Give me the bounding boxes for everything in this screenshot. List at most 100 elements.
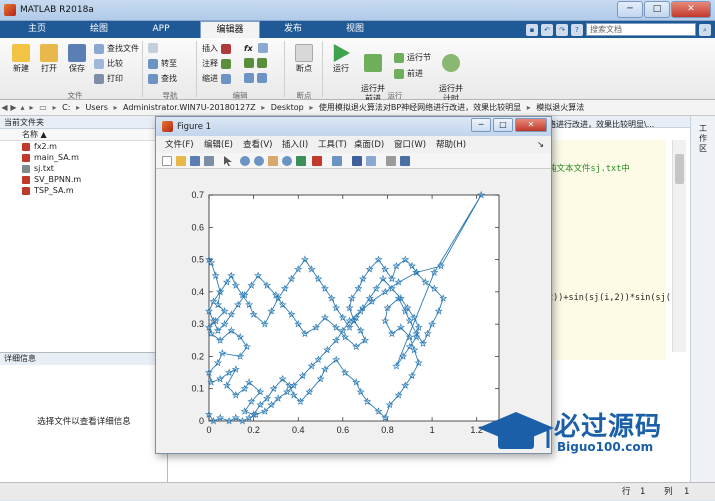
print-label: 打印 — [107, 74, 123, 83]
tab-view[interactable]: 视图 — [326, 21, 384, 38]
up-folder-icon[interactable]: ▴ — [18, 100, 27, 116]
file-item[interactable]: fx2.m — [0, 141, 167, 152]
redo-icon[interactable]: ↷ — [556, 23, 568, 36]
save-button[interactable]: 保存 — [64, 44, 90, 74]
fx-button[interactable]: fx — [244, 43, 253, 54]
open-icon[interactable] — [176, 156, 186, 166]
menu-insert[interactable]: 插入(I) — [282, 138, 308, 152]
insert-button[interactable]: 插入 — [202, 43, 231, 54]
tab-editor[interactable]: 编辑器 — [200, 21, 260, 38]
menu-desktop[interactable]: 桌面(D) — [354, 138, 384, 152]
y-tick-label: 0 — [199, 416, 204, 426]
window-titlebar: MATLAB R2018a ─ □ ✕ — [0, 0, 715, 21]
ribbon-separator — [284, 41, 285, 97]
editor-scrollbar[interactable] — [672, 140, 686, 352]
legend-icon[interactable] — [366, 156, 376, 166]
figure-maximize-button[interactable]: □ — [493, 118, 513, 132]
nav-back-fwd[interactable] — [148, 43, 158, 53]
file-item[interactable]: main_SA.m — [0, 152, 167, 163]
data-cursor-icon[interactable] — [296, 156, 306, 166]
col-label: 列 — [664, 487, 673, 497]
figure-window[interactable]: Figure 1 ─ □ ✕ 文件(F) 编辑(E) 查看(V) 插入(I) 工… — [155, 116, 552, 454]
tab-publish[interactable]: 发布 — [264, 21, 322, 38]
find-button[interactable]: 查找 — [148, 73, 177, 84]
pointer-icon[interactable] — [224, 156, 232, 166]
undo-icon[interactable]: ↶ — [541, 23, 553, 36]
breakpoints-button[interactable]: 断点 — [290, 44, 318, 74]
print-button[interactable]: 打印 — [94, 73, 123, 84]
name-column-header[interactable]: 名称 ▲ — [0, 129, 167, 141]
new-figure-icon[interactable] — [162, 156, 172, 166]
file-item[interactable]: TSP_SA.m — [0, 185, 167, 196]
menu-tools[interactable]: 工具(T) — [318, 138, 347, 152]
comment-button[interactable]: 注释 — [202, 58, 231, 69]
crumb-admin[interactable]: Administrator.WIN7U-20180127Z — [123, 100, 256, 116]
close-button[interactable]: ✕ — [671, 1, 711, 18]
run-time-button[interactable]: 运行并 计时 — [436, 44, 466, 104]
file-item[interactable]: SV_BPNN.m — [0, 174, 167, 185]
run-button[interactable]: 运行 — [328, 44, 354, 74]
save-icon[interactable] — [190, 156, 200, 166]
go-to-button[interactable]: 转至 — [148, 58, 177, 69]
indent-button[interactable]: 缩进 — [202, 73, 231, 84]
scroll-thumb[interactable] — [675, 154, 684, 184]
print-icon[interactable] — [204, 156, 214, 166]
search-docs-input[interactable]: 搜索文档 — [586, 23, 696, 36]
workspace-strip[interactable]: 工作区 — [690, 116, 715, 482]
run-section-label: 运行节 — [407, 53, 431, 62]
forward-icon[interactable]: ▶ — [9, 100, 18, 116]
rotate-icon[interactable] — [282, 156, 292, 166]
percent-button[interactable] — [244, 58, 267, 68]
figure-minimize-button[interactable]: ─ — [471, 118, 491, 132]
crumb-users[interactable]: Users — [86, 100, 108, 116]
code-line: 2))+sin(sj(i,2))*sin(sj( — [548, 293, 671, 303]
search-icon[interactable]: ⌕ — [699, 23, 711, 36]
crumb-project[interactable]: 使用模拟退火算法对BP神经网络进行改进，效果比较明显 — [319, 100, 521, 116]
crumb-folder[interactable]: 模拟退火算法 — [536, 100, 584, 116]
crumb-desktop[interactable]: Desktop — [271, 100, 304, 116]
menu-view[interactable]: 查看(V) — [243, 138, 272, 152]
edit-tools[interactable] — [258, 43, 268, 53]
back-icon[interactable]: ◀ — [0, 100, 9, 116]
figure-close-button[interactable]: ✕ — [515, 118, 547, 132]
brush-icon[interactable] — [312, 156, 322, 166]
ribbon-separator — [196, 41, 197, 97]
menu-file[interactable]: 文件(F) — [165, 138, 194, 152]
axes-box — [208, 194, 500, 422]
workspace-label: 工作区 — [699, 124, 707, 153]
find-label: 查找 — [161, 74, 177, 83]
open-button[interactable]: 打开 — [36, 44, 62, 74]
minimize-button[interactable]: ─ — [617, 1, 643, 18]
find-files-button[interactable]: 查找文件 — [94, 43, 139, 54]
hide-tools-icon[interactable] — [386, 156, 396, 166]
file-item[interactable]: sj.txt — [0, 163, 167, 174]
save-quick-icon[interactable]: ▪ — [526, 23, 538, 36]
menu-edit[interactable]: 编辑(E) — [204, 138, 233, 152]
status-bar: 行 1 列 1 — [0, 482, 715, 500]
help-icon[interactable]: ? — [571, 23, 583, 36]
zoom-out-icon[interactable] — [254, 156, 264, 166]
matlab-logo-icon — [4, 4, 16, 16]
browse-icon[interactable]: ▸ — [27, 100, 36, 116]
zoom-in-icon[interactable] — [240, 156, 250, 166]
tab-home[interactable]: 主页 — [8, 21, 66, 38]
advance-button[interactable]: 前进 — [394, 68, 423, 79]
dock-icon[interactable]: ↘ — [537, 138, 544, 152]
menu-help[interactable]: 帮助(H) — [436, 138, 466, 152]
run-section-button[interactable]: 运行节 — [394, 52, 431, 63]
indent-tools[interactable] — [244, 73, 267, 83]
colorbar-icon[interactable] — [352, 156, 362, 166]
print-icon — [94, 73, 104, 84]
tab-plots[interactable]: 绘图 — [70, 21, 128, 38]
compare-button[interactable]: 比较 — [94, 58, 123, 69]
crumb-drive[interactable]: C: — [62, 100, 70, 116]
menu-window[interactable]: 窗口(W) — [394, 138, 426, 152]
show-tools-icon[interactable] — [400, 156, 410, 166]
crumb-separator: ▸ — [526, 103, 531, 112]
folder-icon[interactable]: ▭ — [36, 100, 50, 116]
link-icon[interactable] — [332, 156, 342, 166]
new-button[interactable]: 新建 — [8, 44, 34, 74]
tab-apps[interactable]: APP — [132, 21, 190, 38]
maximize-button[interactable]: □ — [644, 1, 670, 18]
pan-icon[interactable] — [268, 156, 278, 166]
